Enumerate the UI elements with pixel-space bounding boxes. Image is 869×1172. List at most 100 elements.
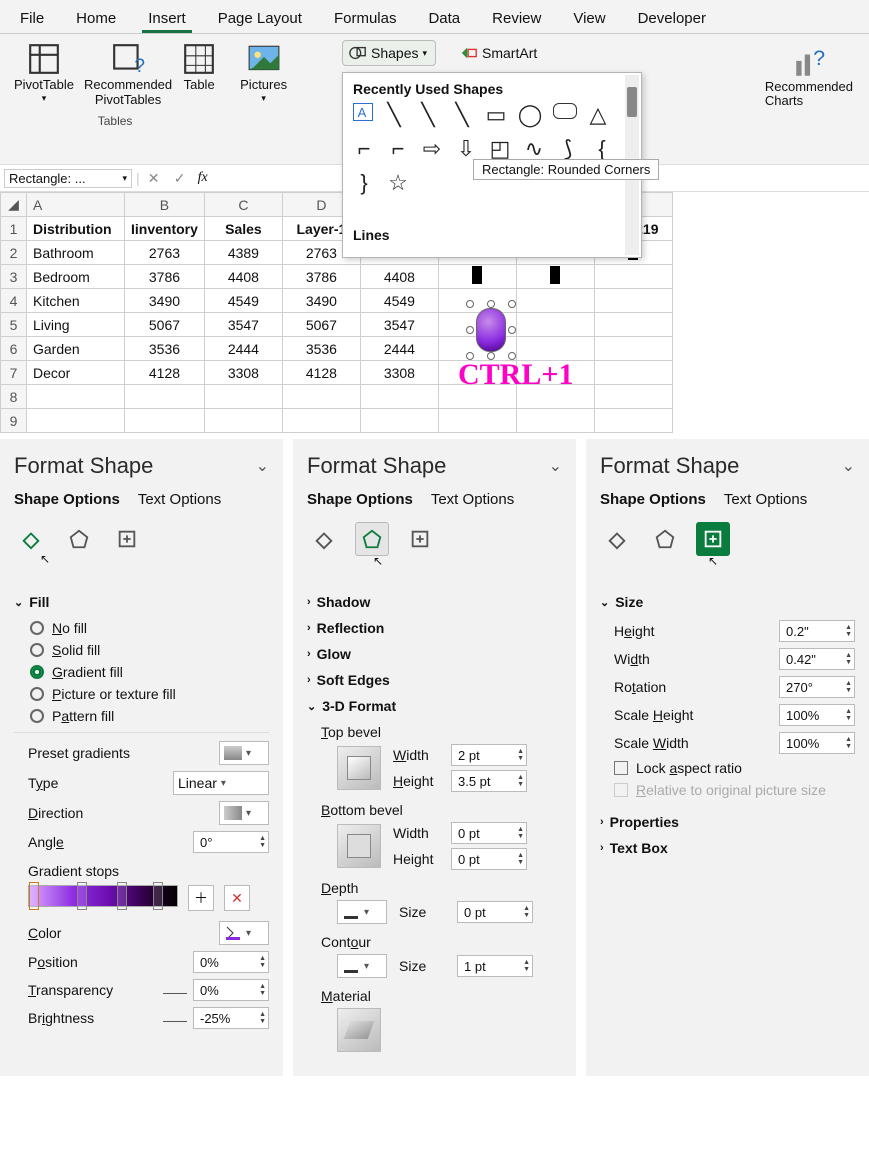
scale-width-spinner[interactable]: 100%▲▼ <box>779 732 855 754</box>
fill-line-tab[interactable] <box>600 522 634 556</box>
fill-line-tab[interactable] <box>307 522 341 556</box>
cell[interactable] <box>204 409 282 433</box>
depth-size-spinner[interactable]: 0 pt▲▼ <box>457 901 533 923</box>
cell[interactable]: Decor <box>27 361 125 385</box>
angle-spinner[interactable]: 0°▲▼ <box>193 831 269 853</box>
cell[interactable] <box>360 409 438 433</box>
cell[interactable]: 3536 <box>125 337 205 361</box>
text-box-section[interactable]: ›Text Box <box>600 840 855 856</box>
triangle-shape[interactable]: △ <box>587 103 611 127</box>
arc-shape[interactable]: ⟆ <box>557 137 581 161</box>
text-options-tab[interactable]: Text Options <box>724 491 807 508</box>
shape-options-tab[interactable]: Shape Options <box>14 491 120 508</box>
direction-dropdown[interactable]: ▾ <box>219 801 269 825</box>
row-header[interactable]: 7 <box>1 361 27 385</box>
gradient-stops-bar[interactable] <box>28 885 178 907</box>
cell[interactable]: 3786 <box>282 265 360 289</box>
line-shape[interactable]: ╲ <box>451 103 475 127</box>
cell[interactable]: 5067 <box>282 313 360 337</box>
cell[interactable]: Bedroom <box>27 265 125 289</box>
cell[interactable]: Garden <box>27 337 125 361</box>
cell[interactable]: 4408 <box>204 265 282 289</box>
row-header[interactable]: 5 <box>1 313 27 337</box>
row-header[interactable]: 9 <box>1 409 27 433</box>
cell[interactable] <box>594 361 672 385</box>
recommended-pivottables-button[interactable]: ? Recommended PivotTables <box>84 42 172 108</box>
gradient-type-dropdown[interactable]: Linear▾ <box>173 771 269 795</box>
resize-handle[interactable] <box>508 326 516 334</box>
brightness-slider[interactable] <box>163 1014 187 1022</box>
row-header[interactable]: 6 <box>1 337 27 361</box>
smartart-button[interactable]: SmartArt <box>460 44 537 62</box>
cell[interactable] <box>594 313 672 337</box>
cell[interactable]: 4408 <box>360 265 438 289</box>
soft-edges-section[interactable]: ›Soft Edges <box>307 672 562 688</box>
bottom-bevel-width-spinner[interactable]: 0 pt▲▼ <box>451 822 527 844</box>
cell[interactable]: 3547 <box>204 313 282 337</box>
cell[interactable] <box>438 265 516 289</box>
shape-options-tab[interactable]: Shape Options <box>600 491 706 508</box>
cell[interactable]: Kitchen <box>27 289 125 313</box>
cell[interactable]: 5067 <box>125 313 205 337</box>
cell[interactable]: 4128 <box>125 361 205 385</box>
cell[interactable] <box>594 337 672 361</box>
row-header[interactable]: 4 <box>1 289 27 313</box>
enter-icon[interactable]: ✓ <box>170 170 190 187</box>
top-bevel-width-spinner[interactable]: 2 pt▲▼ <box>451 744 527 766</box>
3d-format-section[interactable]: ⌄3-D Format <box>307 698 562 714</box>
cell[interactable]: 3308 <box>360 361 438 385</box>
rectangle-shape[interactable]: ▭ <box>485 103 509 127</box>
cell[interactable]: 4389 <box>204 241 282 265</box>
fill-section[interactable]: ⌄Fill <box>14 594 269 610</box>
cell[interactable] <box>516 289 594 313</box>
no-fill-radio[interactable]: No fill <box>30 620 269 636</box>
oval-shape[interactable]: ◯ <box>519 103 543 127</box>
brace-left-shape[interactable]: { <box>591 137 615 161</box>
depth-color-dropdown[interactable]: ▾ <box>337 900 387 924</box>
cell[interactable]: 4549 <box>360 289 438 313</box>
text-options-tab[interactable]: Text Options <box>138 491 221 508</box>
star-shape[interactable]: ☆ <box>387 171 411 195</box>
select-all-cell[interactable]: ◢ <box>1 193 27 217</box>
cell[interactable] <box>594 385 672 409</box>
recommended-charts-button[interactable]: ? Recommended Charts <box>765 46 853 109</box>
row-header[interactable]: 2 <box>1 241 27 265</box>
rotation-spinner[interactable]: 270°▲▼ <box>779 676 855 698</box>
gradient-stop[interactable] <box>29 882 39 910</box>
shape-options-tab[interactable]: Shape Options <box>307 491 413 508</box>
arrow-right-shape[interactable]: ⇨ <box>421 137 445 161</box>
tab-home[interactable]: Home <box>70 4 122 33</box>
row-header[interactable]: 1 <box>1 217 27 241</box>
text-box-shape[interactable]: A <box>353 103 373 121</box>
cell[interactable]: 2763 <box>125 241 205 265</box>
top-bevel-preset[interactable] <box>337 746 381 790</box>
bottom-bevel-height-spinner[interactable]: 0 pt▲▼ <box>451 848 527 870</box>
curve-shape[interactable]: ∿ <box>523 137 547 161</box>
tab-formulas[interactable]: Formulas <box>328 4 403 33</box>
cell[interactable]: 4549 <box>204 289 282 313</box>
cell[interactable]: 4128 <box>282 361 360 385</box>
col-header-C[interactable]: C <box>204 193 282 217</box>
material-preset[interactable] <box>337 1008 381 1052</box>
cell[interactable] <box>204 385 282 409</box>
cancel-icon[interactable]: ✕ <box>144 170 164 187</box>
effects-tab[interactable] <box>355 522 389 556</box>
cell[interactable]: 3308 <box>204 361 282 385</box>
row-header[interactable]: 3 <box>1 265 27 289</box>
table-button[interactable]: Table <box>182 42 216 108</box>
tab-page-layout[interactable]: Page Layout <box>212 4 308 33</box>
name-box[interactable]: Rectangle: ... ▾ <box>4 169 132 188</box>
gradient-stop[interactable] <box>77 882 87 910</box>
size-properties-tab[interactable] <box>696 522 730 556</box>
line-shape[interactable]: ╲ <box>383 103 407 127</box>
brace-right-shape[interactable]: } <box>353 171 377 195</box>
cell[interactable] <box>125 409 205 433</box>
gradient-fill-radio[interactable]: Gradient fill <box>30 664 269 680</box>
cell[interactable]: 3547 <box>360 313 438 337</box>
inserted-shape[interactable] <box>470 304 512 356</box>
reflection-section[interactable]: ›Reflection <box>307 620 562 636</box>
cell[interactable] <box>27 409 125 433</box>
contour-size-spinner[interactable]: 1 pt▲▼ <box>457 955 533 977</box>
top-bevel-height-spinner[interactable]: 3.5 pt▲▼ <box>451 770 527 792</box>
cell[interactable] <box>594 265 672 289</box>
